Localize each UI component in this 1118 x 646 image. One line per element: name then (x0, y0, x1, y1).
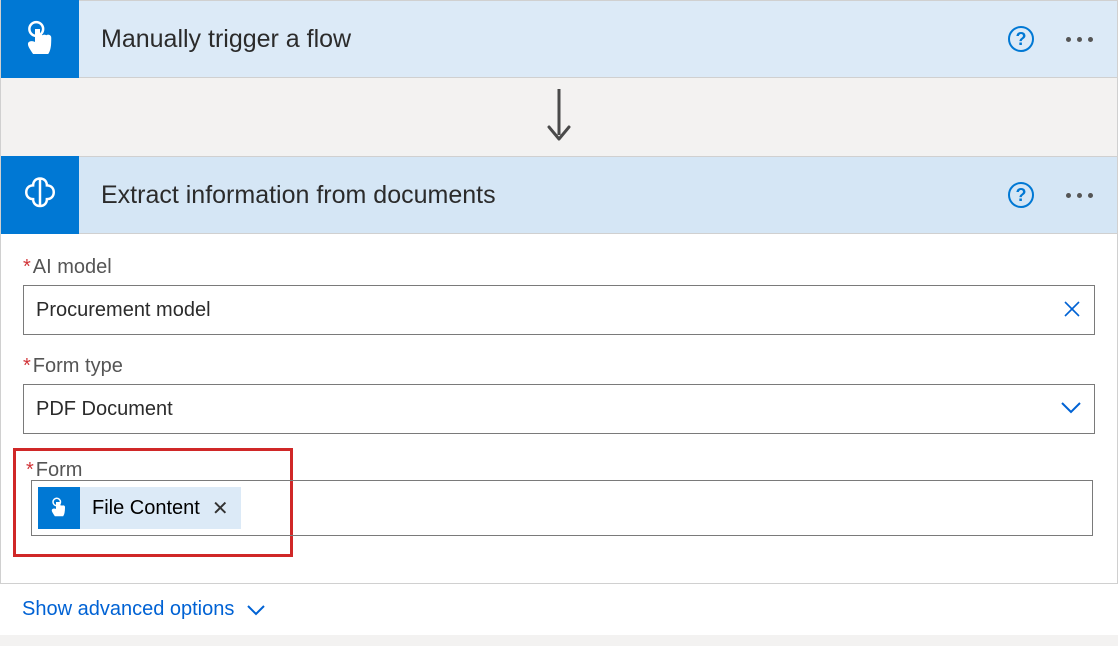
action-card-body: *AI model Procurement model *Form type P… (0, 234, 1118, 584)
touch-icon (38, 487, 80, 529)
token-remove-icon[interactable]: ✕ (212, 496, 229, 521)
ai-model-label: *AI model (23, 256, 1095, 279)
show-advanced-label: Show advanced options (22, 598, 234, 621)
chevron-down-icon (246, 604, 266, 616)
more-menu-button[interactable] (1062, 189, 1097, 202)
form-type-select[interactable]: PDF Document (23, 384, 1095, 434)
flow-arrow-connector (0, 78, 1118, 156)
show-advanced-options-link[interactable]: Show advanced options (0, 584, 1118, 635)
chevron-down-icon[interactable] (1060, 398, 1082, 421)
ai-model-value: Procurement model (36, 299, 211, 322)
token-label: File Content (92, 497, 200, 520)
help-icon[interactable]: ? (1008, 182, 1034, 208)
ai-model-input[interactable]: Procurement model (23, 285, 1095, 335)
action-title: Extract information from documents (101, 181, 1008, 210)
trigger-card-header[interactable]: Manually trigger a flow ? (0, 0, 1118, 78)
touch-icon (1, 0, 79, 78)
file-content-token[interactable]: File Content ✕ (38, 487, 241, 529)
form-type-field: *Form type PDF Document (23, 355, 1095, 434)
action-card-header[interactable]: Extract information from documents ? (0, 156, 1118, 234)
form-label: *Form (26, 459, 282, 482)
brain-icon (1, 156, 79, 234)
trigger-title: Manually trigger a flow (101, 25, 1008, 54)
more-menu-button[interactable] (1062, 33, 1097, 46)
form-type-value: PDF Document (36, 398, 173, 421)
help-icon[interactable]: ? (1008, 26, 1034, 52)
ai-model-field: *AI model Procurement model (23, 256, 1095, 335)
form-type-label: *Form type (23, 355, 1095, 378)
form-input[interactable]: File Content ✕ (31, 480, 1093, 536)
clear-icon[interactable] (1062, 295, 1082, 326)
